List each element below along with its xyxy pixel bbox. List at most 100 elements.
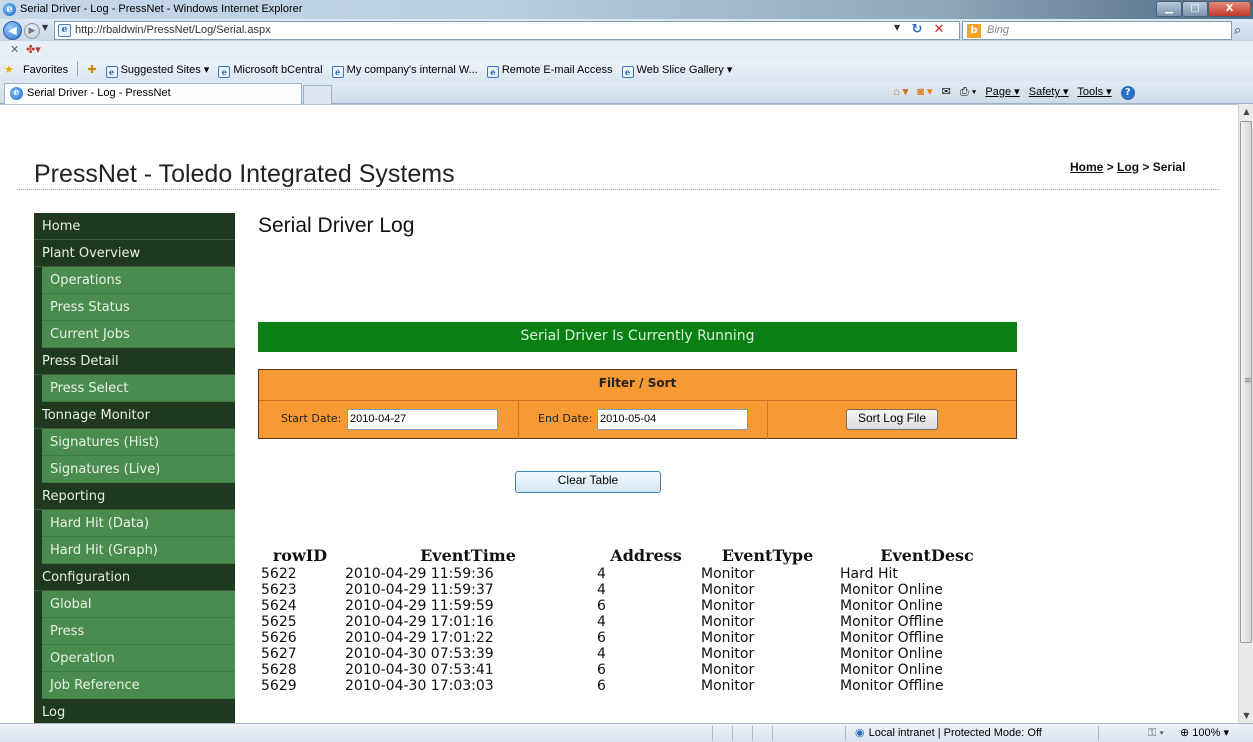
sidebar-item-press-detail[interactable]: Press Detail: [34, 348, 235, 375]
minimize-button[interactable]: ▁: [1156, 1, 1182, 17]
recent-pages-dropdown-icon[interactable]: ▼: [42, 23, 48, 32]
home-icon[interactable]: ⌂ ▾: [893, 86, 908, 98]
start-date-cell: Start Date: 2010-04-27: [259, 401, 519, 439]
status-divider: [712, 726, 713, 741]
protected-mode-icon[interactable]: ⚿ ▾: [1148, 724, 1164, 742]
cell-rowid: 5629: [261, 678, 297, 694]
bing-logo-icon: b: [967, 24, 981, 38]
cell-eventtype: Monitor: [701, 582, 755, 598]
table-row: 5627 2010-04-30 07:53:39 4 Monitor Monit…: [258, 646, 1017, 662]
favorite-link-label: Suggested Sites ▾: [120, 64, 210, 76]
favorite-link[interactable]: e Suggested Sites ▾: [105, 60, 210, 81]
favorite-link[interactable]: e My company's internal W...: [331, 60, 478, 81]
sidebar-item-job-reference[interactable]: Job Reference: [34, 672, 235, 699]
search-input[interactable]: b Bing: [962, 21, 1232, 40]
favorite-link[interactable]: e Web Slice Gallery ▾: [621, 60, 732, 81]
cell-address: 6: [597, 598, 606, 614]
sort-log-file-button[interactable]: Sort Log File: [846, 409, 938, 430]
url-text: http://rbaldwin/PressNet/Log/Serial.aspx: [75, 24, 271, 36]
url-dropdown-icon[interactable]: ▼: [894, 23, 900, 32]
refresh-button[interactable]: ↻: [906, 21, 928, 38]
page-menu[interactable]: Page ▾: [985, 86, 1019, 98]
sidebar-item-configuration[interactable]: Configuration: [34, 564, 235, 591]
start-date-input[interactable]: 2010-04-27: [347, 409, 498, 430]
sidebar-item-press-status[interactable]: Press Status: [34, 294, 235, 321]
search-icon[interactable]: ⌕: [1234, 23, 1241, 38]
breadcrumb-home-link[interactable]: Home: [1070, 160, 1103, 174]
table-row: 5622 2010-04-29 11:59:36 4 Monitor Hard …: [258, 566, 1017, 582]
cell-eventtime: 2010-04-29 11:59:37: [345, 582, 494, 598]
add-favorite-icon[interactable]: ✚: [87, 60, 96, 81]
end-date-input[interactable]: 2010-05-04: [597, 409, 748, 430]
sidebar-item-log[interactable]: Log: [34, 699, 235, 723]
tab-serial-driver-log[interactable]: e Serial Driver - Log - PressNet: [4, 83, 302, 104]
table-row: 5624 2010-04-29 11:59:59 6 Monitor Monit…: [258, 598, 1017, 614]
cell-eventtype: Monitor: [701, 662, 755, 678]
column-header-rowid: rowID: [272, 546, 328, 565]
table-row: 5629 2010-04-30 17:03:03 6 Monitor Monit…: [258, 678, 1017, 694]
ie-page-icon: e: [105, 66, 118, 78]
sidebar-item-press-select[interactable]: Press Select: [34, 375, 235, 402]
feeds-icon[interactable]: ◙ ▾: [917, 86, 932, 98]
breadcrumb-log-link[interactable]: Log: [1117, 160, 1139, 174]
cell-eventtype: Monitor: [701, 614, 755, 630]
sidebar-item-home[interactable]: Home: [34, 213, 235, 240]
cell-eventtype: Monitor: [701, 646, 755, 662]
cell-eventtime: 2010-04-29 17:01:22: [345, 630, 494, 646]
sidebar-item-plant-overview[interactable]: Plant Overview: [34, 240, 235, 267]
filter-sort-panel: Filter / Sort Start Date: 2010-04-27 End…: [258, 369, 1017, 439]
sidebar-item-reporting[interactable]: Reporting: [34, 483, 235, 510]
sidebar-item-hard-hit-graph[interactable]: Hard Hit (Graph): [34, 537, 235, 564]
sidebar-nav: Home Plant Overview Operations Press Sta…: [34, 213, 236, 723]
new-tab-button[interactable]: [303, 85, 332, 104]
zoom-icon: ⊕: [1180, 727, 1190, 739]
safety-menu[interactable]: Safety ▾: [1029, 86, 1069, 98]
print-icon[interactable]: ⎙ ▾: [960, 86, 976, 98]
scroll-down-arrow-icon[interactable]: ▼: [1239, 708, 1253, 723]
sidebar-item-operations[interactable]: Operations: [34, 267, 235, 294]
favorite-link[interactable]: e Remote E-mail Access: [486, 60, 613, 81]
sidebar-item-signatures-hist[interactable]: Signatures (Hist): [34, 429, 235, 456]
cell-eventdesc: Monitor Online: [840, 646, 943, 662]
sidebar-item-signatures-live[interactable]: Signatures (Live): [34, 456, 235, 483]
command-bar: ⌂ ▾ ◙ ▾ ✉ ⎙ ▾ Page ▾ Safety ▾ Tools ▾ ?: [893, 83, 1141, 102]
back-button[interactable]: ◀: [3, 21, 22, 40]
cell-eventtime: 2010-04-29 11:59:59: [345, 598, 494, 614]
vertical-scrollbar[interactable]: ▲ ≡ ▼: [1238, 104, 1253, 723]
stop-button[interactable]: ✕: [928, 21, 950, 38]
close-toolbar-icon[interactable]: ✕: [10, 43, 19, 56]
clear-table-button[interactable]: Clear Table: [515, 471, 661, 493]
column-header-address: Address: [610, 546, 682, 565]
scroll-up-arrow-icon[interactable]: ▲: [1239, 104, 1253, 119]
favorite-link-label: Remote E-mail Access: [501, 64, 613, 76]
help-icon[interactable]: ?: [1120, 86, 1135, 100]
cell-eventtype: Monitor: [701, 598, 755, 614]
sidebar-item-label: Operation: [42, 645, 235, 672]
scrollbar-thumb[interactable]: ≡: [1240, 121, 1252, 643]
cell-address: 4: [597, 566, 606, 582]
sidebar-item-press[interactable]: Press: [34, 618, 235, 645]
sidebar-item-global[interactable]: Global: [34, 591, 235, 618]
site-title: PressNet - Toledo Integrated Systems: [34, 160, 455, 188]
sidebar-item-tonnage-monitor[interactable]: Tonnage Monitor: [34, 402, 235, 429]
sidebar-item-hard-hit-data[interactable]: Hard Hit (Data): [34, 510, 235, 537]
url-input[interactable]: e http://rbaldwin/PressNet/Log/Serial.as…: [54, 21, 960, 40]
maximize-button[interactable]: □: [1182, 1, 1208, 17]
sidebar-item-operation[interactable]: Operation: [34, 645, 235, 672]
forward-button[interactable]: ▶: [24, 23, 40, 39]
tools-menu[interactable]: Tools ▾: [1077, 86, 1111, 98]
security-zone[interactable]: ◉ Local intranet | Protected Mode: Off: [855, 724, 1042, 742]
sidebar-item-current-jobs[interactable]: Current Jobs: [34, 321, 235, 348]
zoom-level[interactable]: ⊕ 100% ▾: [1180, 724, 1229, 742]
toolbar-addon-icon[interactable]: ✤▾: [26, 43, 41, 56]
favorite-link[interactable]: e Microsoft bCentral: [218, 60, 323, 81]
sidebar-item-label: Job Reference: [42, 672, 235, 699]
mail-icon[interactable]: ✉: [942, 86, 951, 98]
table-row: 5623 2010-04-29 11:59:37 4 Monitor Monit…: [258, 582, 1017, 598]
end-date-cell: End Date: 2010-05-04: [519, 401, 768, 439]
favorites-button[interactable]: Favorites: [23, 60, 68, 81]
page-content: PressNet - Toledo Integrated Systems Hom…: [0, 104, 1238, 723]
cell-eventtime: 2010-04-29 17:01:16: [345, 614, 494, 630]
close-button[interactable]: X: [1208, 1, 1251, 17]
sidebar-item-label: Global: [42, 591, 235, 618]
